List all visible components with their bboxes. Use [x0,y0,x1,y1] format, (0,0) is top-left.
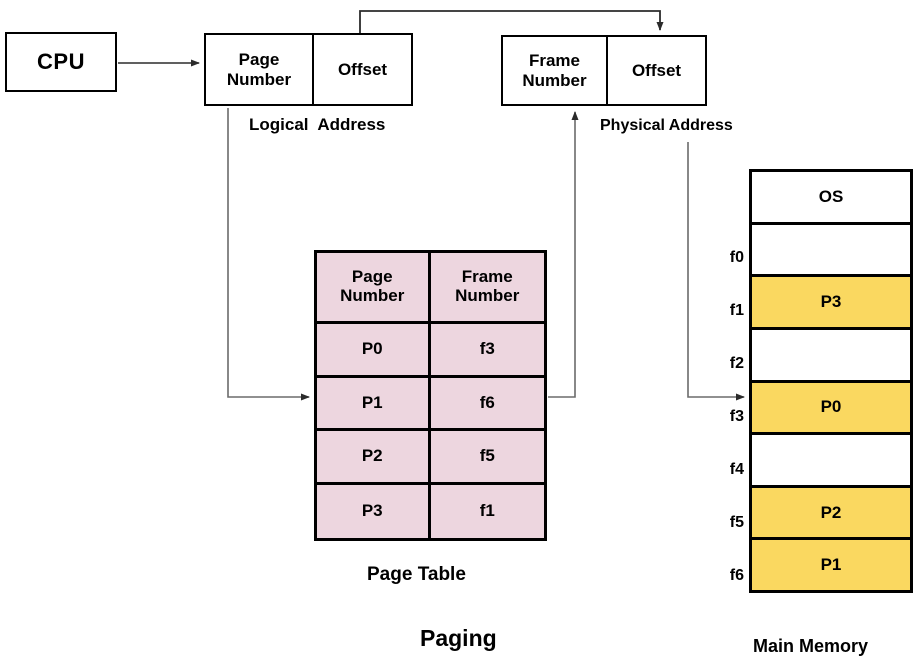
page-table: Page Number Frame Number P0 f3 P1 f6 P2 f5 P3 f1 [314,250,547,541]
page-table-page-cell: P3 [317,484,431,539]
page-table-row[interactable]: P0 f3 [317,324,544,378]
physical-offset-label: Offset [631,60,682,80]
page-table-page-cell: P2 [317,431,431,482]
memory-frame-row[interactable] [752,435,910,488]
page-table-frame-cell: f5 [479,446,495,466]
logical-offset-cell: Offset [314,35,411,104]
physical-address-caption: Physical Address [600,117,733,134]
logical-offset-label: Offset [337,59,388,79]
physical-address-box: Frame Number Offset [501,35,707,106]
frame-label-f3: f3 [729,408,744,425]
memory-frame-row[interactable] [752,329,910,383]
memory-frame-row[interactable]: OS [752,172,910,225]
page-table-header-frame-number: Frame Number [455,267,520,306]
main-memory: OS P3 P0 P2 P1 [749,169,913,593]
logical-page-number-cell: Page Number [206,35,314,104]
main-memory-caption: Main Memory [753,636,869,656]
arrow-offset-to-offset [359,10,664,33]
frame-label-f4: f4 [729,461,744,478]
logical-page-number-label: Page Number [226,50,292,89]
memory-frame-content: P0 [820,397,842,417]
page-table-header-page-number: Page Number [317,253,431,322]
memory-frame-content: OS [818,186,844,206]
memory-frame-row[interactable]: P2 [752,487,910,541]
arrow-page-number-to-page-table [227,108,310,401]
memory-frame-row[interactable]: P1 [752,540,910,590]
frame-label-f2: f2 [729,355,744,372]
page-table-row[interactable]: P1 f6 [317,377,544,432]
memory-frame-row[interactable] [752,224,910,278]
memory-frame-content: P2 [820,502,842,522]
memory-frame-content: P3 [820,292,842,312]
memory-frame-content: P1 [820,555,842,575]
physical-offset-cell: Offset [608,37,705,104]
physical-frame-number-label: Frame Number [522,51,587,90]
page-table-page-cell: P0 [317,324,431,375]
page-table-frame-cell: f1 [479,500,495,520]
frame-label-f5: f5 [729,514,744,531]
memory-frame-row[interactable]: P3 [752,277,910,330]
frame-label-f6: f6 [729,567,744,584]
page-title: Paging [420,625,497,651]
page-table-frame-cell: f6 [479,392,495,412]
cpu-label: CPU [37,49,85,75]
page-table-header-row: Page Number Frame Number [317,253,544,325]
logical-address-caption: Logical Address [249,115,386,134]
page-table-row[interactable]: P2 f5 [317,431,544,485]
frame-label-f0: f0 [729,249,744,266]
physical-frame-number-cell: Frame Number [503,37,608,104]
frame-label-f1: f1 [729,302,744,319]
page-table-frame-cell: f3 [479,339,495,359]
memory-frame-row[interactable]: P0 [752,382,910,436]
page-table-caption: Page Table [367,564,466,585]
page-table-page-cell: P1 [317,377,431,429]
logical-address-box: Page Number Offset [204,33,413,106]
page-table-row[interactable]: P3 f1 [317,484,544,539]
cpu-box: CPU [5,32,117,92]
arrow-page-table-to-frame-number [548,111,579,398]
paging-diagram-canvas: CPU Page Number Offset Logical Address Fr… [0,0,920,660]
